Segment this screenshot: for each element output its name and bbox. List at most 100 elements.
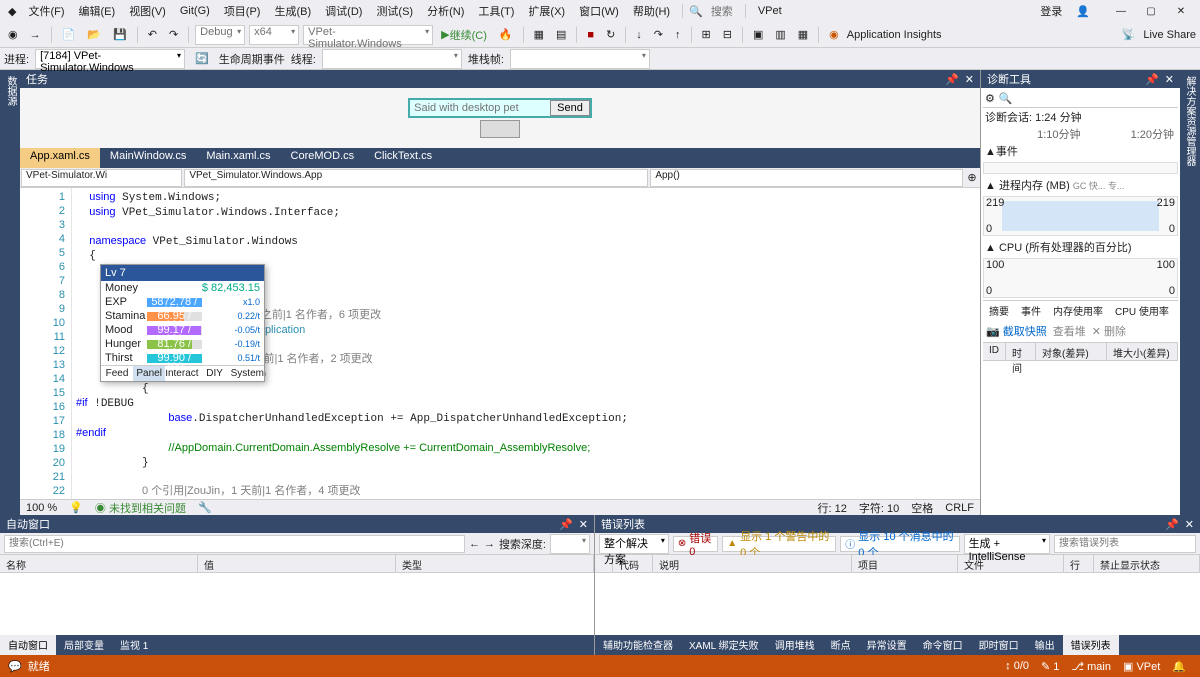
menu-analyze[interactable]: 分析(N) <box>421 1 470 21</box>
live-share[interactable]: Live Share <box>1143 29 1196 41</box>
menu-file[interactable]: 文件(F) <box>22 1 70 21</box>
menu-view[interactable]: 视图(V) <box>123 1 172 21</box>
menu-tools[interactable]: 工具(T) <box>472 1 520 21</box>
step-over-icon[interactable]: ↷ <box>650 26 667 43</box>
spanner-icon[interactable]: 🔧 <box>198 501 212 514</box>
errors-badge[interactable]: ⊗ 错误 0 <box>673 536 718 552</box>
step-into-icon[interactable]: ↓ <box>632 27 646 43</box>
nav-method[interactable]: App() <box>650 169 963 187</box>
errlist-body[interactable] <box>595 573 1200 635</box>
nav-project[interactable]: VPet-Simulator.Wi <box>21 169 182 187</box>
etab-4[interactable]: 异常设置 <box>859 635 915 655</box>
etab-3[interactable]: 断点 <box>823 635 859 655</box>
vpet-stats-overlay[interactable]: Lv 7 Money$ 82,453.15 EXP5872.78 / 4900x… <box>100 264 265 382</box>
hot-reload-icon[interactable]: 🔥 <box>495 26 517 43</box>
continue-button[interactable]: ▶ 继续(C) <box>437 25 491 45</box>
repo-status[interactable]: ▣ VPet <box>1117 660 1166 673</box>
btab-autos[interactable]: 自动窗口 <box>0 635 56 655</box>
otab-system[interactable]: System <box>231 366 264 381</box>
autos-search[interactable] <box>4 535 465 553</box>
restart-icon[interactable]: ↻ <box>602 26 619 43</box>
close-button[interactable]: ✕ <box>1166 2 1196 20</box>
platform-dropdown[interactable]: x64 <box>249 25 299 45</box>
etab-2[interactable]: 调用堆栈 <box>767 635 823 655</box>
etab-6[interactable]: 即时窗口 <box>971 635 1027 655</box>
snapshot-link[interactable]: 📷 截取快照 <box>986 323 1047 339</box>
search-box[interactable]: 搜索 <box>705 1 739 21</box>
menu-window[interactable]: 窗口(W) <box>573 1 625 21</box>
otab-feed[interactable]: Feed <box>101 366 133 381</box>
lightbulb-icon[interactable]: 💡 <box>69 501 83 514</box>
etab-8[interactable]: 错误列表 <box>1063 635 1119 655</box>
errlist-search[interactable] <box>1054 535 1196 553</box>
nav-back-icon[interactable]: ◉ <box>4 26 22 43</box>
tab-mainwindow[interactable]: MainWindow.cs <box>100 148 196 168</box>
menu-project[interactable]: 项目(P) <box>218 1 267 21</box>
stack-dropdown[interactable] <box>510 49 650 69</box>
tb-icon-3[interactable]: ⊞ <box>698 26 715 43</box>
tab-main-xaml[interactable]: Main.xaml.cs <box>196 148 280 168</box>
dtab-cpu[interactable]: CPU 使用率 <box>1109 301 1175 320</box>
tb-icon-5[interactable]: ▣ <box>749 26 767 43</box>
lifecycle-icon[interactable]: 🔄 <box>191 50 213 67</box>
tb-icon-7[interactable]: ▦ <box>794 26 812 43</box>
save-icon[interactable]: 💾 <box>109 26 131 43</box>
diag-zoom-icon[interactable]: 🔍 <box>999 92 1013 105</box>
redo-icon[interactable]: ↷ <box>165 26 182 43</box>
tb-icon-1[interactable]: ▦ <box>530 26 548 43</box>
user-icon[interactable]: 👤 <box>1076 5 1090 18</box>
tb-icon-6[interactable]: ▥ <box>771 26 789 43</box>
startup-dropdown[interactable]: VPet-Simulator.Windows <box>303 25 433 45</box>
undo-icon[interactable]: ↶ <box>144 26 161 43</box>
insights-icon[interactable]: ◉ <box>825 26 843 43</box>
etab-7[interactable]: 输出 <box>1027 635 1063 655</box>
menu-debug[interactable]: 调试(D) <box>319 1 368 21</box>
maximize-button[interactable]: ▢ <box>1136 2 1166 20</box>
autos-body[interactable] <box>0 573 594 635</box>
menu-test[interactable]: 测试(S) <box>370 1 419 21</box>
otab-panel[interactable]: Panel <box>133 366 165 381</box>
thread-dropdown[interactable] <box>322 49 462 69</box>
bell-icon[interactable]: 🔔 <box>1166 660 1192 673</box>
stop-icon[interactable]: ■ <box>583 27 598 43</box>
tab-clicktext[interactable]: ClickText.cs <box>364 148 442 168</box>
pin-icon[interactable]: 📌 <box>559 518 573 531</box>
cpu-graph[interactable]: 10010000 <box>983 258 1178 298</box>
btab-locals[interactable]: 局部变量 <box>56 635 112 655</box>
step-out-icon[interactable]: ↑ <box>671 27 685 43</box>
menu-extensions[interactable]: 扩展(X) <box>522 1 571 21</box>
pin-icon[interactable]: 📌 <box>945 73 959 86</box>
nav-class[interactable]: VPet_Simulator.Windows.App <box>184 169 648 187</box>
pin-icon[interactable]: 📌 <box>1165 518 1179 531</box>
new-icon[interactable]: 📄 <box>58 26 80 43</box>
solution-name[interactable]: VPet <box>752 3 788 19</box>
split-icon[interactable]: ⊕ <box>964 171 980 184</box>
sign-in[interactable]: 登录 <box>1034 1 1068 21</box>
minimize-button[interactable]: — <box>1106 2 1136 20</box>
info-badge[interactable]: ⓘ 显示 10 个消息中的 0 个 <box>840 536 959 552</box>
memory-graph[interactable]: 21921900 <box>983 196 1178 236</box>
dtab-events[interactable]: 事件 <box>1015 301 1047 320</box>
dtab-summary[interactable]: 摘要 <box>983 301 1015 320</box>
menu-help[interactable]: 帮助(H) <box>627 1 676 21</box>
etab-1[interactable]: XAML 绑定失败 <box>681 635 767 655</box>
code-editor[interactable]: 1234567891011121314151617181920212223242… <box>20 188 980 499</box>
build-dropdown[interactable]: 生成 + IntelliSense <box>964 534 1050 554</box>
sync-status[interactable]: ↕ 0/0 <box>999 660 1035 672</box>
feedback-icon[interactable]: 💬 <box>8 660 22 673</box>
menu-git[interactable]: Git(G) <box>174 3 216 19</box>
send-button[interactable]: Send <box>550 100 590 116</box>
open-icon[interactable]: 📂 <box>83 26 105 43</box>
vtab-1[interactable]: 数据源 <box>0 70 20 112</box>
close-panel-icon[interactable]: ✕ <box>965 73 974 86</box>
menu-edit[interactable]: 编辑(E) <box>73 1 122 21</box>
tab-coremod[interactable]: CoreMOD.cs <box>281 148 365 168</box>
process-dropdown[interactable]: [7184] VPet-Simulator.Windows <box>35 49 185 69</box>
events-graph[interactable] <box>983 162 1178 174</box>
vtab-r1[interactable]: 解决方案资源管理器 <box>1180 70 1199 172</box>
diag-gear-icon[interactable]: ⚙ <box>985 92 995 105</box>
pin-icon[interactable]: 📌 <box>1145 73 1159 86</box>
app-insights[interactable]: Application Insights <box>847 29 942 41</box>
close-icon[interactable]: ✕ <box>579 518 588 531</box>
etab-0[interactable]: 辅助功能检查器 <box>595 635 681 655</box>
